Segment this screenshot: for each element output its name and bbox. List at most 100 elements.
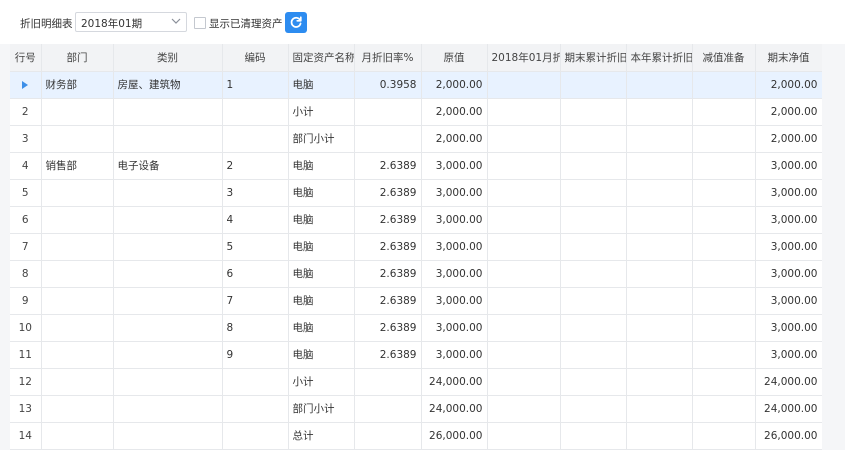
- cell-ending-accumulated[interactable]: [560, 368, 627, 396]
- table-row[interactable]: 12 小计 24,000.00 24,000.00: [10, 368, 822, 396]
- cell-month-depreciation[interactable]: [487, 233, 561, 261]
- table-row[interactable]: 10 8 电脑 2.6389 3,000.00 3,000.00: [10, 314, 822, 342]
- cell-ending-accumulated[interactable]: [560, 233, 627, 261]
- cell-month-depreciation[interactable]: [487, 206, 561, 234]
- cell-code[interactable]: [222, 98, 289, 126]
- cell-category[interactable]: [113, 260, 223, 288]
- cell-asset-name[interactable]: 总计: [288, 422, 355, 450]
- cell-original-value[interactable]: 3,000.00: [421, 260, 488, 288]
- cell-asset-name[interactable]: 电脑: [288, 287, 355, 315]
- cell-ending-accumulated[interactable]: [560, 206, 627, 234]
- cell-monthly-rate[interactable]: 0.3958: [354, 71, 422, 99]
- cell-ending-net[interactable]: 2,000.00: [755, 125, 822, 153]
- cell-ending-accumulated[interactable]: [560, 152, 627, 180]
- table-row[interactable]: 14 总计 26,000.00 26,000.00: [10, 422, 822, 450]
- col-header-original-value[interactable]: 原值: [421, 44, 488, 72]
- cell-month-depreciation[interactable]: [487, 260, 561, 288]
- cell-ending-net[interactable]: 3,000.00: [755, 233, 822, 261]
- cell-dept[interactable]: [41, 422, 114, 450]
- cell-original-value[interactable]: 3,000.00: [421, 341, 488, 369]
- cell-monthly-rate[interactable]: [354, 395, 422, 423]
- cell-original-value[interactable]: 26,000.00: [421, 422, 488, 450]
- cell-impairment[interactable]: [692, 125, 756, 153]
- cell-asset-name[interactable]: 电脑: [288, 206, 355, 234]
- table-row[interactable]: 4 销售部 电子设备 2 电脑 2.6389 3,000.00 3,000.00: [10, 152, 822, 180]
- cell-ending-net[interactable]: 24,000.00: [755, 368, 822, 396]
- cell-original-value[interactable]: 3,000.00: [421, 206, 488, 234]
- cell-asset-name[interactable]: 电脑: [288, 152, 355, 180]
- cell-ytd-depreciation[interactable]: [626, 341, 693, 369]
- table-row[interactable]: 11 9 电脑 2.6389 3,000.00 3,000.00: [10, 341, 822, 369]
- cell-ending-accumulated[interactable]: [560, 71, 627, 99]
- cell-month-depreciation[interactable]: [487, 395, 561, 423]
- cell-dept[interactable]: [41, 179, 114, 207]
- cell-category[interactable]: [113, 314, 223, 342]
- cell-month-depreciation[interactable]: [487, 287, 561, 315]
- cell-impairment[interactable]: [692, 233, 756, 261]
- cell-original-value[interactable]: 2,000.00: [421, 71, 488, 99]
- cell-ending-accumulated[interactable]: [560, 179, 627, 207]
- cell-ending-net[interactable]: 3,000.00: [755, 206, 822, 234]
- cell-ending-accumulated[interactable]: [560, 98, 627, 126]
- col-header-month-depreciation[interactable]: 2018年01月折旧: [487, 44, 561, 72]
- cell-monthly-rate[interactable]: 2.6389: [354, 206, 422, 234]
- cell-ending-accumulated[interactable]: [560, 314, 627, 342]
- cell-asset-name[interactable]: 部门小计: [288, 395, 355, 423]
- table-row[interactable]: 2 小计 2,000.00 2,000.00: [10, 98, 822, 126]
- cell-ytd-depreciation[interactable]: [626, 125, 693, 153]
- table-row[interactable]: 财务部 房屋、建筑物 1 电脑 0.3958 2,000.00 2,000.00: [10, 71, 822, 99]
- cell-dept[interactable]: [41, 341, 114, 369]
- cell-month-depreciation[interactable]: [487, 368, 561, 396]
- cell-category[interactable]: [113, 233, 223, 261]
- col-header-code[interactable]: 编码: [222, 44, 289, 72]
- cell-impairment[interactable]: [692, 287, 756, 315]
- cell-ending-net[interactable]: 3,000.00: [755, 260, 822, 288]
- cell-ending-net[interactable]: 3,000.00: [755, 314, 822, 342]
- cell-original-value[interactable]: 2,000.00: [421, 125, 488, 153]
- cell-month-depreciation[interactable]: [487, 125, 561, 153]
- cell-dept[interactable]: [41, 125, 114, 153]
- cell-asset-name[interactable]: 部门小计: [288, 125, 355, 153]
- cell-original-value[interactable]: 24,000.00: [421, 368, 488, 396]
- cell-ytd-depreciation[interactable]: [626, 71, 693, 99]
- cell-code[interactable]: [222, 125, 289, 153]
- cell-monthly-rate[interactable]: 2.6389: [354, 179, 422, 207]
- cell-ending-net[interactable]: 2,000.00: [755, 98, 822, 126]
- cell-code[interactable]: 7: [222, 287, 289, 315]
- cell-dept[interactable]: [41, 98, 114, 126]
- cell-ending-net[interactable]: 26,000.00: [755, 422, 822, 450]
- cell-month-depreciation[interactable]: [487, 314, 561, 342]
- cell-ending-net[interactable]: 3,000.00: [755, 341, 822, 369]
- cell-category[interactable]: [113, 206, 223, 234]
- cell-ytd-depreciation[interactable]: [626, 179, 693, 207]
- cell-dept[interactable]: [41, 314, 114, 342]
- cell-original-value[interactable]: 3,000.00: [421, 233, 488, 261]
- cell-month-depreciation[interactable]: [487, 71, 561, 99]
- table-row[interactable]: 3 部门小计 2,000.00 2,000.00: [10, 125, 822, 153]
- cell-asset-name[interactable]: 小计: [288, 368, 355, 396]
- cell-monthly-rate[interactable]: 2.6389: [354, 260, 422, 288]
- cell-monthly-rate[interactable]: 2.6389: [354, 341, 422, 369]
- cell-code[interactable]: 8: [222, 314, 289, 342]
- cell-asset-name[interactable]: 电脑: [288, 341, 355, 369]
- cell-month-depreciation[interactable]: [487, 422, 561, 450]
- cell-ending-net[interactable]: 3,000.00: [755, 152, 822, 180]
- cell-dept[interactable]: [41, 206, 114, 234]
- cell-ytd-depreciation[interactable]: [626, 98, 693, 126]
- cell-ending-net[interactable]: 2,000.00: [755, 71, 822, 99]
- cell-monthly-rate[interactable]: [354, 422, 422, 450]
- cell-category[interactable]: [113, 422, 223, 450]
- cell-monthly-rate[interactable]: 2.6389: [354, 287, 422, 315]
- col-header-ytd-depreciation[interactable]: 本年累计折旧: [626, 44, 693, 72]
- col-header-row-no[interactable]: 行号: [10, 44, 42, 72]
- cell-impairment[interactable]: [692, 152, 756, 180]
- cell-category[interactable]: [113, 125, 223, 153]
- cell-month-depreciation[interactable]: [487, 341, 561, 369]
- cell-ending-accumulated[interactable]: [560, 395, 627, 423]
- cell-impairment[interactable]: [692, 71, 756, 99]
- cell-ytd-depreciation[interactable]: [626, 152, 693, 180]
- cell-impairment[interactable]: [692, 341, 756, 369]
- cell-ending-net[interactable]: 3,000.00: [755, 287, 822, 315]
- cell-code[interactable]: [222, 395, 289, 423]
- cell-dept[interactable]: [41, 233, 114, 261]
